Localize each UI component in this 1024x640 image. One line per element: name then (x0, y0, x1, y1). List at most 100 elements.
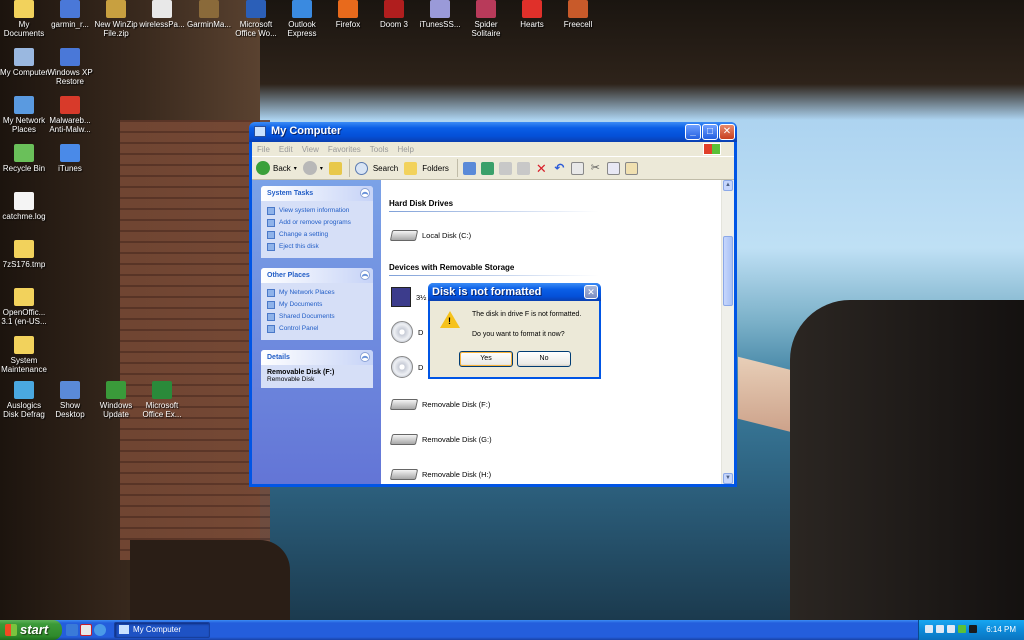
add-remove-programs-link[interactable]: Add or remove programs (267, 217, 367, 229)
tray-security-icon[interactable] (936, 625, 944, 633)
menu-help[interactable]: Help (397, 145, 413, 154)
my-documents-link[interactable]: My Documents (267, 299, 367, 311)
taskbar-item-my-computer[interactable]: My Computer (114, 622, 210, 638)
desktop-icon[interactable]: Microsoft Office Ex... (138, 381, 186, 419)
system-info-icon (267, 207, 275, 215)
delete-icon[interactable]: ✕ (535, 162, 548, 175)
desktop-icon[interactable]: Windows Update (92, 381, 140, 419)
desktop-icon[interactable]: iTunesSS... (416, 0, 464, 29)
desktop-icon[interactable]: iTunes (46, 144, 94, 173)
menu-bar: File Edit View Favorites Tools Help (252, 142, 734, 156)
move-to-icon[interactable] (498, 161, 512, 175)
start-button[interactable]: start (0, 620, 62, 640)
other-places-header[interactable]: Other Places ︽ (261, 268, 373, 283)
desktop-icon[interactable]: Malwareb... Anti-Malw... (46, 96, 94, 134)
cut-icon[interactable]: ✂ (589, 162, 602, 175)
minimize-button[interactable]: _ (685, 124, 701, 140)
properties-icon[interactable] (570, 161, 584, 175)
drive-removable-f[interactable]: Removable Disk (F:) (389, 393, 490, 415)
menu-tools[interactable]: Tools (370, 145, 389, 154)
quicklaunch-ie-icon[interactable] (94, 624, 106, 636)
desktop-icon[interactable]: Doom 3 (370, 0, 418, 29)
drive-cd-2[interactable]: D (391, 356, 423, 378)
malwarebytes-icon (60, 96, 80, 114)
details-drive-name: Removable Disk (F:) (267, 369, 335, 376)
desktop-icon[interactable]: Firefox (324, 0, 372, 29)
yes-button[interactable]: Yes (459, 351, 513, 367)
menu-favorites[interactable]: Favorites (328, 145, 361, 154)
scroll-down-arrow-icon[interactable]: ▼ (723, 473, 733, 484)
window-titlebar[interactable]: My Computer _ □ ✕ (249, 122, 737, 142)
folders-button[interactable]: Folders (404, 161, 449, 175)
menu-file[interactable]: File (257, 145, 270, 154)
desktop-icon[interactable]: New WinZip File.zip (92, 0, 140, 38)
drive-removable-g[interactable]: Removable Disk (G:) (389, 428, 492, 450)
my-network-places-link[interactable]: My Network Places (267, 287, 367, 299)
drive-label: 3½ (416, 292, 427, 302)
drive-floppy[interactable]: 3½ (391, 286, 426, 308)
back-button[interactable]: Back ▾ (256, 161, 297, 175)
views-icon[interactable] (462, 161, 476, 175)
tray-battery-icon[interactable] (958, 625, 966, 633)
desktop-icon[interactable]: 7zS176.tmp (0, 240, 48, 269)
details-header[interactable]: Details ︽ (261, 350, 373, 365)
desktop-icon[interactable]: Windows XP Restore (46, 48, 94, 86)
tray-network-icon[interactable] (925, 625, 933, 633)
sync-icon[interactable] (480, 161, 494, 175)
desktop-icon[interactable]: Hearts (508, 0, 556, 29)
menu-edit[interactable]: Edit (279, 145, 293, 154)
drive-local-disk-c[interactable]: Local Disk (C:) (389, 224, 471, 246)
paste-icon[interactable] (624, 161, 638, 175)
desktop-icon[interactable]: wirelessPa... (138, 0, 186, 29)
drive-cd-1[interactable]: D (391, 321, 423, 343)
scrollbar-thumb[interactable] (723, 236, 733, 306)
desktop-icon[interactable]: Show Desktop (46, 381, 94, 419)
control-panel-link[interactable]: Control Panel (267, 323, 367, 335)
menu-view[interactable]: View (302, 145, 319, 154)
tray-app-icon[interactable] (969, 625, 977, 633)
scroll-up-arrow-icon[interactable]: ▲ (723, 180, 733, 191)
copy-to-icon[interactable] (516, 161, 530, 175)
change-setting-link[interactable]: Change a setting (267, 229, 367, 241)
desktop-icon[interactable]: Outlook Express (278, 0, 326, 38)
up-folder-icon[interactable] (328, 161, 342, 175)
vertical-scrollbar[interactable]: ▲ ▼ (721, 180, 734, 484)
desktop-icon[interactable]: Freecell (554, 0, 602, 29)
close-button[interactable]: ✕ (719, 124, 735, 140)
desktop-icon[interactable]: Auslogics Disk Defrag (0, 381, 48, 419)
collapse-chevron-icon[interactable]: ︽ (360, 352, 370, 362)
desktop-icon-label: Windows Update (99, 401, 133, 419)
dialog-close-button[interactable]: ✕ (584, 285, 598, 299)
undo-icon[interactable]: ↶ (553, 161, 566, 175)
desktop-icon[interactable]: Microsoft Office Wo... (232, 0, 280, 38)
dialog-title: Disk is not formatted (432, 286, 542, 298)
desktop-icon[interactable]: garmin_r... (46, 0, 94, 29)
system-tasks-header[interactable]: System Tasks ︽ (261, 186, 373, 201)
view-system-information-link[interactable]: View system information (267, 205, 367, 217)
desktop-icon[interactable]: System Maintenance (0, 336, 48, 374)
desktop-icon[interactable]: catchme.log (0, 192, 48, 221)
desktop-icon-label: Recycle Bin (2, 164, 46, 173)
dialog-titlebar[interactable]: Disk is not formatted ✕ (428, 283, 601, 301)
forward-button[interactable]: ▾ (302, 161, 323, 175)
drive-removable-h[interactable]: Removable Disk (H:) (389, 463, 491, 484)
no-button[interactable]: No (517, 351, 571, 367)
maximize-button[interactable]: □ (702, 124, 718, 140)
desktop-icon[interactable]: My Computer (0, 48, 48, 77)
desktop-icon[interactable]: GarminMa... (185, 0, 233, 29)
copy-icon[interactable] (606, 161, 620, 175)
quicklaunch-show-desktop-icon[interactable] (66, 624, 78, 636)
tray-volume-icon[interactable] (947, 625, 955, 633)
clock[interactable]: 6:14 PM (986, 625, 1016, 634)
desktop-icon[interactable]: Spider Solitaire (462, 0, 510, 38)
eject-disk-link[interactable]: Eject this disk (267, 241, 367, 253)
collapse-chevron-icon[interactable]: ︽ (360, 188, 370, 198)
desktop-icon[interactable]: My Network Places (0, 96, 48, 134)
quicklaunch-mail-icon[interactable] (80, 624, 92, 636)
desktop-icon[interactable]: My Documents (0, 0, 48, 38)
search-button[interactable]: Search (354, 161, 398, 175)
collapse-chevron-icon[interactable]: ︽ (360, 270, 370, 280)
desktop-icon[interactable]: Recycle Bin (0, 144, 48, 173)
shared-documents-link[interactable]: Shared Documents (267, 311, 367, 323)
desktop-icon[interactable]: OpenOffic... 3.1 (en-US... (0, 288, 48, 326)
